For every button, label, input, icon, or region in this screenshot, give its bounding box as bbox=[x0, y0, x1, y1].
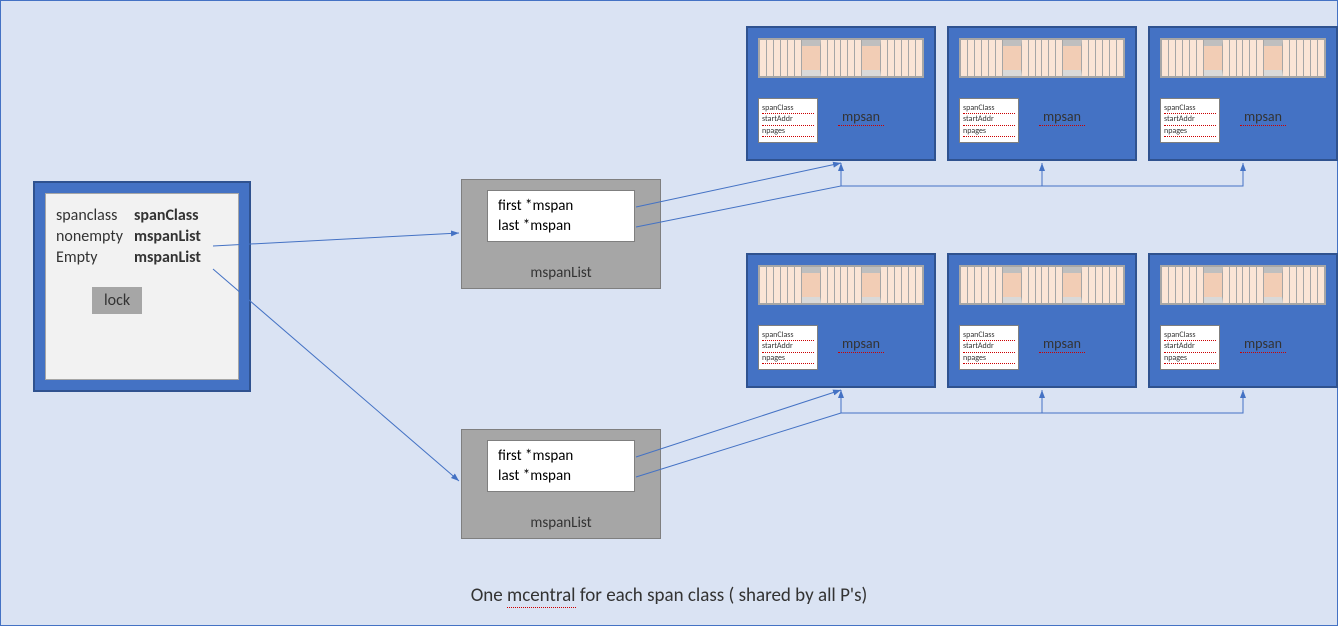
mspan-meta-npages: npages bbox=[762, 126, 814, 137]
mspan-meta-npages: npages bbox=[1164, 353, 1216, 364]
mspanlist-last: last *mspan bbox=[498, 467, 624, 487]
mspan-box: spanClass startAddr npages mpsan bbox=[746, 26, 936, 161]
mspan-slots bbox=[1160, 265, 1326, 305]
mspan-meta-spanclass: spanClass bbox=[1164, 330, 1216, 341]
mspan-meta: spanClass startAddr npages bbox=[1160, 98, 1220, 143]
mspan-meta-npages: npages bbox=[762, 353, 814, 364]
mspan-meta-spanclass: spanClass bbox=[1164, 103, 1216, 114]
mspan-label: mpsan bbox=[1240, 335, 1286, 353]
mspan-meta-npages: npages bbox=[1164, 126, 1216, 137]
mspan-meta-spanclass: spanClass bbox=[963, 103, 1015, 114]
mspan-meta-spanclass: spanClass bbox=[963, 330, 1015, 341]
mspan-meta-startaddr: startAddr bbox=[1164, 341, 1216, 352]
mspanlist-inner: first *mspan last *mspan bbox=[487, 440, 635, 492]
mspan-label: mpsan bbox=[1039, 108, 1085, 126]
mspanlist-bottom: first *mspan last *mspan mspanList bbox=[461, 429, 661, 539]
mcentral-box: spanclass spanClass nonempty mspanList E… bbox=[33, 181, 251, 392]
caption-p2: mcentral bbox=[507, 584, 576, 608]
mspanlist-last: last *mspan bbox=[498, 217, 624, 237]
mspan-meta-startaddr: startAddr bbox=[762, 341, 814, 352]
mspan-meta-startaddr: startAddr bbox=[963, 114, 1015, 125]
caption-p3: for each span class ( shared by all P's) bbox=[576, 584, 868, 607]
mspan-meta-startaddr: startAddr bbox=[1164, 114, 1216, 125]
mspan-slots bbox=[959, 265, 1125, 305]
mspan-meta: spanClass startAddr npages bbox=[758, 98, 818, 143]
mcentral-key: spanclass bbox=[56, 206, 134, 225]
mcentral-row-empty: Empty mspanList bbox=[56, 248, 228, 267]
mcentral-val: spanClass bbox=[134, 206, 199, 225]
mspanlist-first: first *mspan bbox=[498, 197, 624, 217]
mspan-meta: spanClass startAddr npages bbox=[959, 325, 1019, 370]
mspan-meta: spanClass startAddr npages bbox=[959, 98, 1019, 143]
mspan-meta: spanClass startAddr npages bbox=[758, 325, 818, 370]
mspan-box: spanClass startAddr npages mpsan bbox=[746, 253, 936, 388]
mspanlist-top: first *mspan last *mspan mspanList bbox=[461, 179, 661, 289]
lock-label: lock bbox=[92, 287, 142, 314]
diagram-canvas: spanclass spanClass nonempty mspanList E… bbox=[0, 0, 1338, 626]
mspan-slots bbox=[758, 38, 924, 78]
mspan-slots bbox=[1160, 38, 1326, 78]
mspan-box: spanClass startAddr npages mpsan bbox=[947, 26, 1137, 161]
mspan-meta-npages: npages bbox=[963, 126, 1015, 137]
mcentral-row-spanclass: spanclass spanClass bbox=[56, 206, 228, 225]
mspan-label: mpsan bbox=[1240, 108, 1286, 126]
mspan-meta-spanclass: spanClass bbox=[762, 103, 814, 114]
mspanlist-label: mspanList bbox=[462, 264, 660, 282]
mspan-meta-startaddr: startAddr bbox=[963, 341, 1015, 352]
mspanlist-first: first *mspan bbox=[498, 447, 624, 467]
caption: One mcentral for each span class ( share… bbox=[1, 584, 1337, 607]
mspan-slots bbox=[959, 38, 1125, 78]
caption-p1: One bbox=[471, 584, 507, 607]
mspan-label: mpsan bbox=[1039, 335, 1085, 353]
mcentral-key: nonempty bbox=[56, 227, 134, 246]
mspan-box: spanClass startAddr npages mpsan bbox=[1148, 26, 1338, 161]
mspan-meta-spanclass: spanClass bbox=[762, 330, 814, 341]
mcentral-row-nonempty: nonempty mspanList bbox=[56, 227, 228, 246]
mspan-meta-npages: npages bbox=[963, 353, 1015, 364]
mcentral-key: Empty bbox=[56, 248, 134, 267]
mcentral-inner: spanclass spanClass nonempty mspanList E… bbox=[45, 193, 239, 380]
mspan-slots bbox=[758, 265, 924, 305]
mspan-label: mpsan bbox=[838, 335, 884, 353]
mcentral-val: mspanList bbox=[134, 248, 201, 267]
mspanlist-inner: first *mspan last *mspan bbox=[487, 190, 635, 242]
mspanlist-label: mspanList bbox=[462, 514, 660, 532]
mspan-meta: spanClass startAddr npages bbox=[1160, 325, 1220, 370]
mspan-box: spanClass startAddr npages mpsan bbox=[1148, 253, 1338, 388]
mspan-label: mpsan bbox=[838, 108, 884, 126]
mcentral-val: mspanList bbox=[134, 227, 201, 246]
mspan-meta-startaddr: startAddr bbox=[762, 114, 814, 125]
mspan-box: spanClass startAddr npages mpsan bbox=[947, 253, 1137, 388]
